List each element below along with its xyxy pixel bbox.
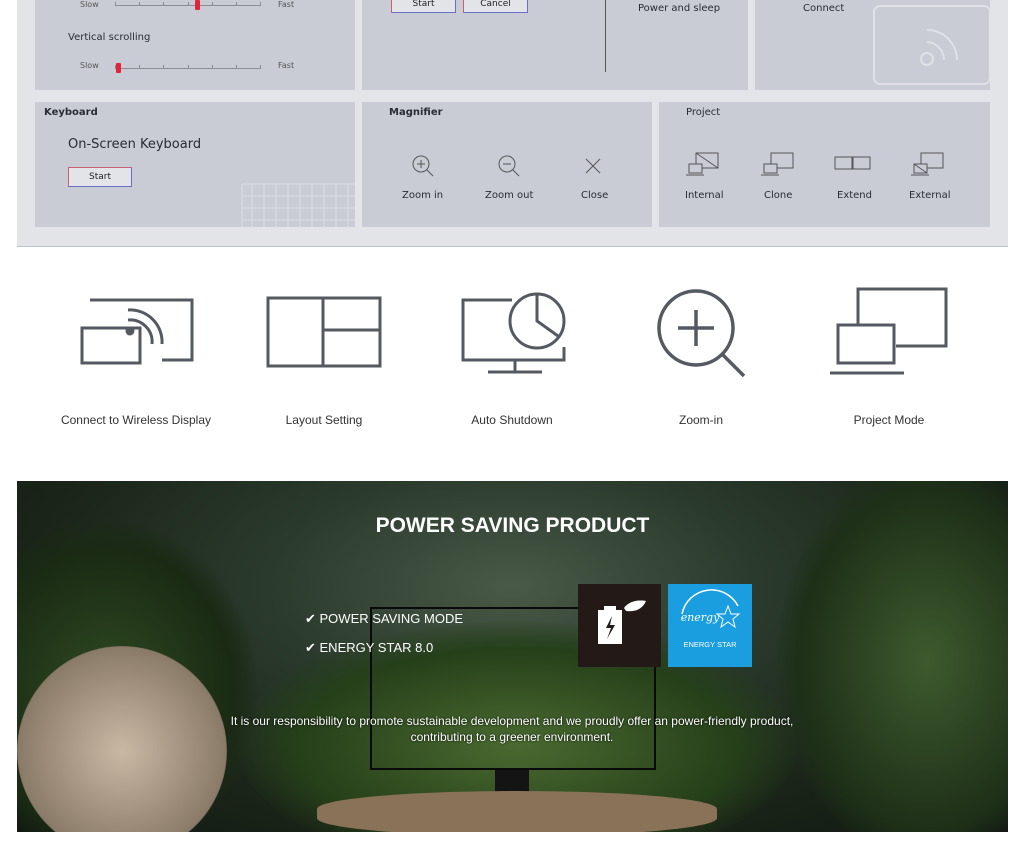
- auto-shutdown-icon: [461, 292, 566, 374]
- slider-tick: [139, 65, 141, 69]
- internal-icon[interactable]: [686, 152, 720, 177]
- osk-start-button[interactable]: Start: [68, 167, 132, 187]
- fast-label: Fast: [278, 0, 295, 9]
- project-title: Project: [686, 107, 721, 118]
- clone-label[interactable]: Clone: [764, 190, 792, 201]
- start-button[interactable]: Start: [391, 0, 456, 13]
- slider-tick: [163, 65, 165, 69]
- feature-wireless-display: Connect to Wireless Display: [60, 413, 212, 427]
- slider-tick: [163, 2, 165, 6]
- slider-tick: [115, 2, 116, 6]
- extend-icon[interactable]: [834, 156, 872, 172]
- zoom-in-icon[interactable]: [411, 154, 435, 178]
- wireless-display-icon: [80, 298, 194, 365]
- banner-description: It is our responsibility to promote sust…: [230, 714, 794, 744]
- slider-tick: [187, 2, 189, 6]
- keyboard-tile: Keyboard On-Screen Keyboard Start: [35, 102, 355, 227]
- magnifier-title: Magnifier: [389, 107, 443, 118]
- keyboard-title: Keyboard: [44, 107, 98, 118]
- connect-label[interactable]: Connect: [803, 3, 844, 14]
- magnifier-tile: Magnifier Zoom in Zoom out Close: [362, 102, 652, 227]
- power-saving-badge: [578, 584, 661, 667]
- extend-label[interactable]: Extend: [837, 190, 872, 201]
- zoom-in-label[interactable]: Zoom in: [402, 190, 443, 201]
- clone-icon[interactable]: [761, 152, 795, 177]
- check-item: ✔ POWER SAVING MODE: [305, 611, 463, 627]
- project-tile: Project Internal Clone Extend External: [659, 102, 990, 227]
- windows-settings-screenshot: Slow Fast Vertical scrolling Slow Fast S…: [17, 0, 1008, 247]
- osk-label: On-Screen Keyboard: [68, 137, 202, 152]
- slider-tick: [187, 65, 189, 69]
- vertical-scrolling-label: Vertical scrolling: [68, 32, 151, 43]
- slider-thumb[interactable]: [116, 63, 121, 73]
- zoom-out-icon[interactable]: [497, 154, 521, 178]
- slider-tick: [211, 65, 213, 69]
- external-label[interactable]: External: [909, 190, 951, 201]
- slider-thumb[interactable]: [195, 0, 201, 10]
- power-sleep-label[interactable]: Power and sleep: [638, 3, 720, 14]
- energy-star-logo: energy: [681, 589, 741, 629]
- slider-tick: [139, 2, 141, 6]
- slow-label: Slow: [80, 61, 99, 70]
- external-icon[interactable]: [911, 152, 945, 177]
- project-mode-icon: [830, 287, 948, 375]
- cancel-button[interactable]: Cancel: [463, 0, 528, 13]
- slow-label: Slow: [80, 0, 99, 9]
- check-item: ✔ ENERGY STAR 8.0: [305, 640, 433, 656]
- check-icon: ✔: [305, 611, 320, 626]
- feature-auto-shutdown: Auto Shutdown: [471, 413, 553, 427]
- power-tile: Start Cancel Power and sleep: [362, 0, 748, 90]
- fast-label: Fast: [278, 61, 295, 70]
- zoom-out-label[interactable]: Zoom out: [485, 190, 533, 201]
- feature-project-mode: Project Mode: [853, 413, 925, 427]
- slider-tick: [235, 2, 237, 6]
- power-saving-banner: POWER SAVING PRODUCT ✔ POWER SAVING MODE…: [17, 481, 1008, 832]
- divider: [605, 0, 606, 72]
- layout-icon: [266, 296, 382, 368]
- feature-layout-setting: Layout Setting: [285, 413, 363, 427]
- connect-tile: Connect: [755, 0, 990, 90]
- check-label: ENERGY STAR 8.0: [319, 640, 434, 655]
- mouse-tile: Slow Fast Vertical scrolling Slow Fast: [35, 0, 355, 90]
- feature-zoom-in: Zoom-in: [678, 413, 723, 427]
- close-label[interactable]: Close: [581, 190, 608, 201]
- energy-star-badge: energy ENERGY STAR: [668, 584, 752, 667]
- battery-leaf-icon: [598, 600, 646, 644]
- keyboard-icon: [241, 183, 355, 227]
- check-icon: ✔: [305, 640, 320, 655]
- slider-tick: [260, 2, 261, 6]
- slider-tick: [235, 65, 237, 69]
- close-icon[interactable]: [584, 157, 602, 175]
- wood-pedestal: [317, 791, 717, 832]
- slider-tick: [211, 2, 213, 6]
- slider-tick: [115, 65, 116, 69]
- banner-title: POWER SAVING PRODUCT: [375, 514, 650, 537]
- slider-tick: [260, 65, 261, 69]
- energy-star-label: ENERGY STAR: [683, 640, 737, 649]
- check-label: POWER SAVING MODE: [319, 611, 464, 626]
- svg-text:energy: energy: [681, 611, 720, 624]
- zoom-in-icon: [657, 289, 746, 378]
- internal-label[interactable]: Internal: [685, 190, 724, 201]
- wireless-display-icon: [873, 5, 990, 85]
